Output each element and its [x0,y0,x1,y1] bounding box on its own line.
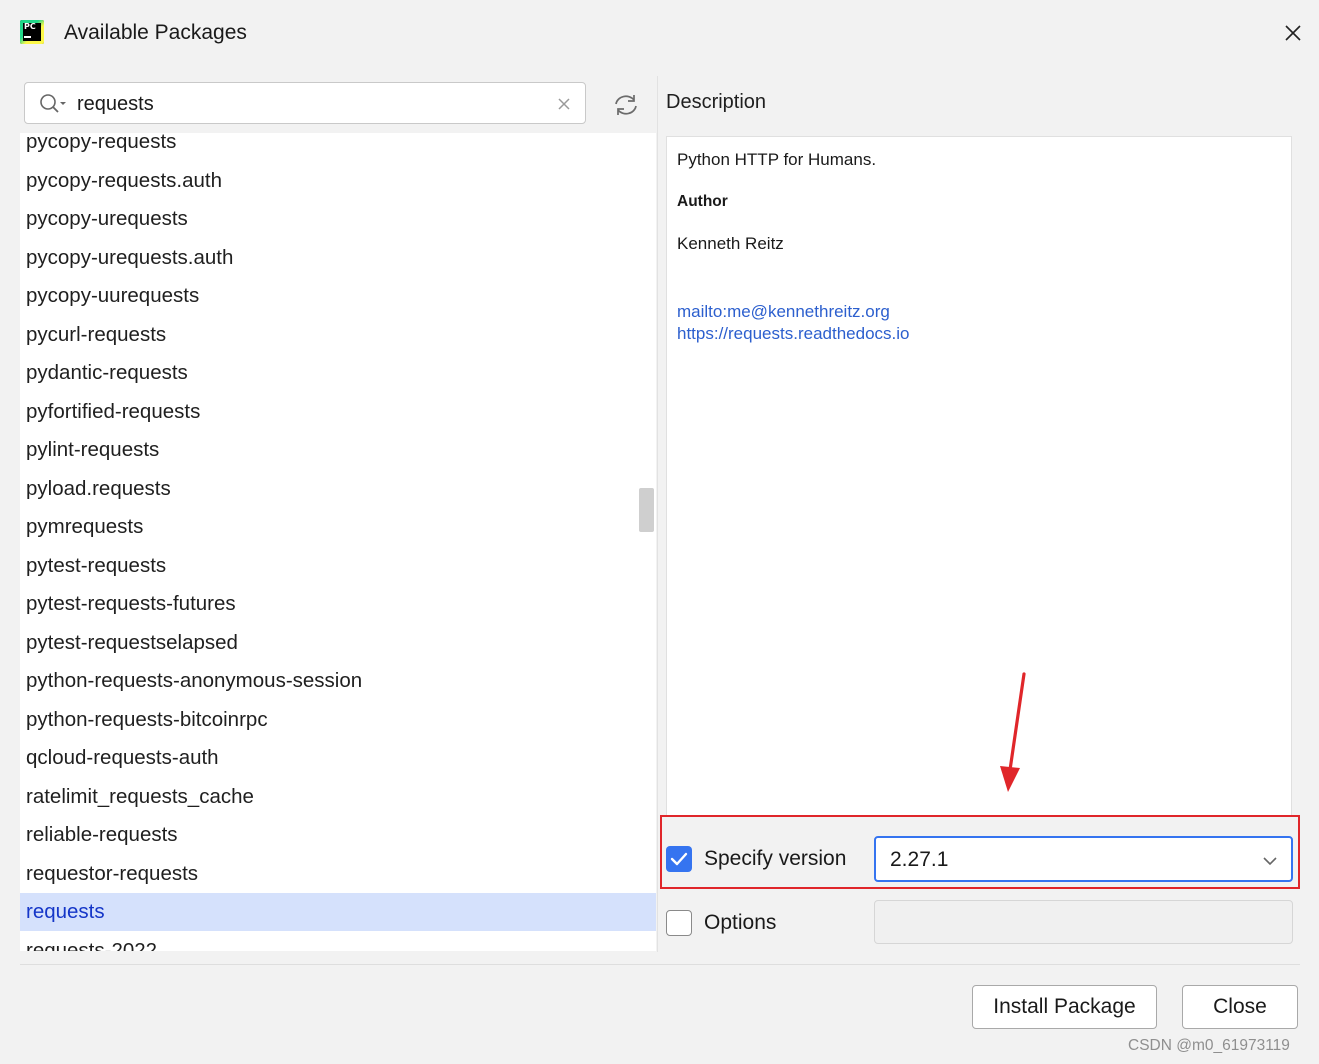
list-item[interactable]: pydantic-requests [20,354,656,392]
list-item[interactable]: pytest-requests [20,547,656,585]
author-email-link[interactable]: mailto:me@kennethreitz.org [677,301,890,323]
list-item[interactable]: pycopy-uurequests [20,277,656,315]
search-input[interactable]: requests [24,82,586,124]
author-label: Author [677,193,728,210]
title-bar: PC Available Packages [0,0,1319,64]
chevron-down-icon[interactable] [1262,854,1278,866]
close-icon[interactable] [1278,18,1308,48]
list-item[interactable]: ratelimit_requests_cache [20,778,656,816]
list-item[interactable]: pytest-requests-futures [20,585,656,623]
pycharm-logo-icon: PC [20,20,44,44]
homepage-link[interactable]: https://requests.readthedocs.io [677,323,909,345]
options-checkbox[interactable] [666,910,692,936]
list-item-selected[interactable]: requests [20,893,656,931]
list-item[interactable]: pymrequests [20,508,656,546]
package-summary: Python HTTP for Humans. [677,150,877,169]
list-item[interactable]: pylint-requests [20,431,656,469]
author-name: Kenneth Reitz [677,234,784,253]
install-package-button[interactable]: Install Package [972,985,1157,1029]
list-scrollbar-thumb[interactable] [639,488,654,532]
list-item[interactable]: pycopy-requests [20,133,656,161]
package-list[interactable]: pycopy-requests pycopy-requests.auth pycop… [20,133,656,951]
list-item[interactable]: pyfortified-requests [20,393,656,431]
options-field[interactable] [874,900,1293,944]
list-item[interactable]: python-requests-bitcoinrpc [20,701,656,739]
bottom-divider [20,964,1300,965]
watermark: CSDN @m0_61973119 [1128,1037,1290,1054]
app-icon-text: PC [24,22,36,31]
list-item[interactable]: pycopy-requests.auth [20,162,656,200]
specify-version-label[interactable]: Specify version [704,846,846,872]
version-select[interactable]: 2.27.1 [874,836,1293,882]
search-value: requests [77,93,154,115]
list-item[interactable]: python-requests-anonymous-session [20,662,656,700]
available-packages-dialog: PC Available Packages requests pycopy-re… [0,0,1319,1064]
list-item[interactable]: reliable-requests [20,816,656,854]
annotation-arrow [990,670,1034,794]
list-item[interactable]: pytest-requestselapsed [20,624,656,662]
close-button[interactable]: Close [1182,985,1298,1029]
list-item[interactable]: requestor-requests [20,855,656,893]
list-item[interactable]: pycurl-requests [20,316,656,354]
panel-divider [657,76,658,952]
list-item[interactable]: qcloud-requests-auth [20,739,656,777]
list-item[interactable]: pycopy-urequests.auth [20,239,656,277]
list-item[interactable]: pyload.requests [20,470,656,508]
search-icon[interactable] [39,93,67,115]
options-label[interactable]: Options [704,910,776,936]
clear-icon[interactable] [556,96,572,112]
specify-version-checkbox[interactable] [666,846,692,872]
refresh-icon[interactable] [612,92,640,118]
dialog-title: Available Packages [64,21,247,44]
list-item[interactable]: pycopy-urequests [20,200,656,238]
list-item[interactable]: requests-2022 [20,932,656,952]
description-panel: Python HTTP for Humans. Author Kenneth R… [666,136,1292,816]
description-label: Description [666,91,767,113]
version-value: 2.27.1 [890,848,949,871]
